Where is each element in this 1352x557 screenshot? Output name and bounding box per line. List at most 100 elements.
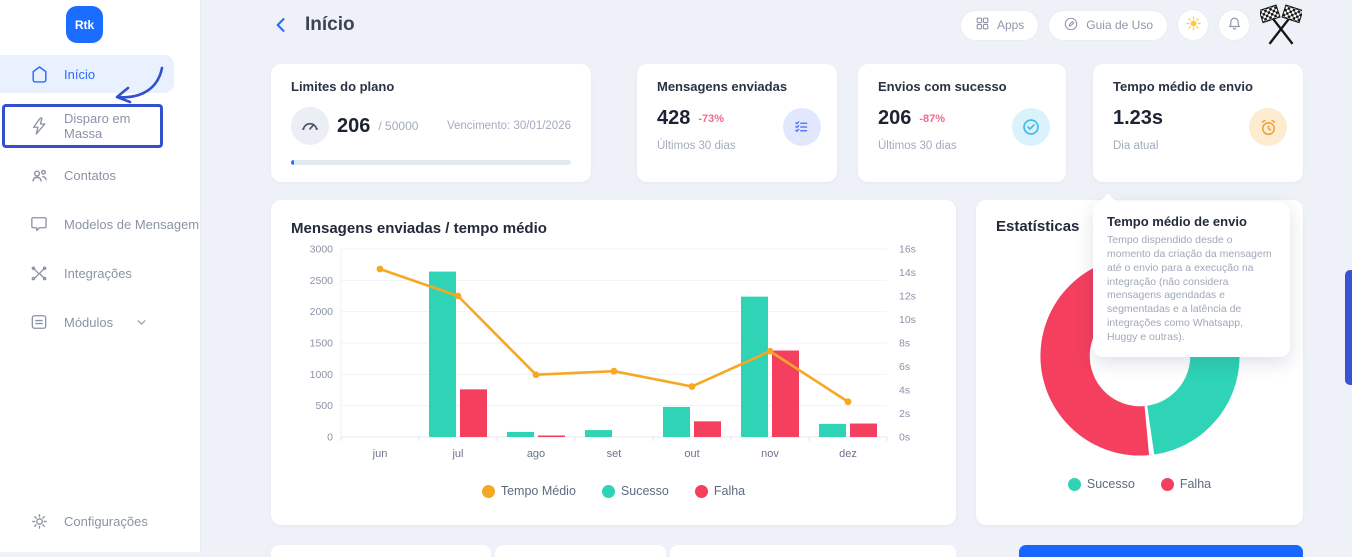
sun-icon bbox=[1185, 15, 1202, 35]
sidebar-item-label: Modelos de Mensagem bbox=[64, 217, 199, 232]
card-title: Envios com sucesso bbox=[878, 79, 1046, 94]
svg-text:8s: 8s bbox=[899, 338, 910, 350]
svg-text:500: 500 bbox=[315, 400, 333, 412]
check-circle-icon bbox=[1012, 108, 1050, 146]
svg-text:set: set bbox=[607, 448, 622, 460]
legend-label: Sucesso bbox=[621, 484, 669, 498]
theme-toggle-button[interactable] bbox=[1177, 9, 1209, 41]
chat-icon bbox=[28, 213, 50, 235]
bell-icon bbox=[1226, 15, 1243, 35]
partial-card bbox=[271, 545, 491, 557]
sidebar-item-contatos[interactable]: Contatos bbox=[0, 156, 200, 194]
sidebar-item-label: Módulos bbox=[64, 315, 113, 330]
legend-item[interactable]: Sucesso bbox=[602, 484, 669, 498]
apps-button-label: Apps bbox=[997, 18, 1024, 32]
legend-dot bbox=[1161, 478, 1174, 491]
scrollbar-thumb[interactable] bbox=[1345, 270, 1352, 385]
svg-text:1500: 1500 bbox=[310, 338, 334, 350]
notifications-button[interactable] bbox=[1218, 9, 1250, 41]
sidebar-nav: Início Disparo em Massa Contatos Modelos… bbox=[0, 55, 200, 341]
apps-button[interactable]: Apps bbox=[960, 10, 1039, 41]
card-title: Limites do plano bbox=[291, 79, 571, 94]
partial-card bbox=[495, 545, 666, 557]
people-icon bbox=[28, 164, 50, 186]
app-logo[interactable]: Rtk bbox=[66, 6, 103, 43]
legend-label: Falha bbox=[1180, 477, 1211, 491]
avg-send-time-tooltip: Tempo médio de envio Tempo dispendido de… bbox=[1093, 202, 1290, 357]
apps-grid-icon bbox=[975, 16, 990, 34]
successful-sends-value: 206 bbox=[878, 107, 911, 130]
legend-dot bbox=[695, 485, 708, 498]
messages-sent-delta: -73% bbox=[698, 113, 724, 125]
plan-usage-progress bbox=[291, 160, 571, 165]
svg-text:4s: 4s bbox=[899, 385, 910, 397]
chart-title: Mensagens enviadas / tempo médio bbox=[291, 220, 936, 237]
svg-text:nov: nov bbox=[761, 448, 779, 460]
legend-label: Falha bbox=[714, 484, 745, 498]
stats-row: Limites do plano 206 / 50000 Vencimento:… bbox=[271, 64, 1303, 182]
svg-text:12s: 12s bbox=[899, 291, 916, 303]
legend-item[interactable]: Sucesso bbox=[1068, 477, 1135, 491]
pen-circle-icon bbox=[1063, 16, 1079, 35]
svg-text:ago: ago bbox=[527, 448, 545, 460]
sidebar-item-label: Disparo em Massa bbox=[64, 111, 160, 141]
legend-label: Tempo Médio bbox=[501, 484, 576, 498]
back-button[interactable] bbox=[271, 14, 293, 36]
svg-text:14s: 14s bbox=[899, 267, 916, 279]
alarm-clock-icon bbox=[1249, 108, 1287, 146]
svg-text:10s: 10s bbox=[899, 314, 916, 326]
svg-text:out: out bbox=[684, 448, 699, 460]
svg-text:2000: 2000 bbox=[310, 306, 334, 318]
sidebar-item-inicio[interactable]: Início bbox=[0, 55, 174, 93]
svg-text:dez: dez bbox=[839, 448, 857, 460]
integration-icon bbox=[28, 262, 50, 284]
home-icon bbox=[28, 63, 50, 85]
svg-text:16s: 16s bbox=[899, 244, 916, 256]
legend-dot bbox=[482, 485, 495, 498]
svg-text:1000: 1000 bbox=[310, 369, 334, 381]
legend-item[interactable]: Falha bbox=[1161, 477, 1211, 491]
svg-text:jun: jun bbox=[372, 448, 388, 460]
plan-expiration: Vencimento: 30/01/2026 bbox=[447, 120, 571, 132]
sidebar-item-modelos-de-mensagem[interactable]: Modelos de Mensagem bbox=[0, 205, 200, 243]
svg-text:jul: jul bbox=[451, 448, 463, 460]
usage-guide-button[interactable]: Guia de Uso bbox=[1048, 10, 1168, 41]
sidebar-item-label: Contatos bbox=[64, 168, 116, 183]
chevron-down-icon bbox=[135, 316, 148, 329]
checklist-icon bbox=[783, 108, 821, 146]
tooltip-body: Tempo dispendido desde o momento da cria… bbox=[1107, 234, 1276, 345]
sidebar-item-modulos[interactable]: Módulos bbox=[0, 303, 200, 341]
sidebar-item-label: Integrações bbox=[64, 266, 132, 281]
legend-item[interactable]: Tempo Médio bbox=[482, 484, 576, 498]
partial-primary-button[interactable] bbox=[1019, 545, 1303, 557]
sidebar-item-label: Configurações bbox=[64, 514, 148, 529]
sidebar: Rtk Início Disparo em Massa Contatos bbox=[0, 0, 201, 552]
svg-text:3000: 3000 bbox=[310, 244, 334, 256]
page-title: Início bbox=[305, 14, 355, 36]
plan-total-value: / 50000 bbox=[378, 119, 418, 133]
sidebar-item-disparo-em-massa[interactable]: Disparo em Massa bbox=[2, 104, 163, 148]
sidebar-item-configuracoes[interactable]: Configurações bbox=[0, 502, 200, 540]
chart-legend: Tempo Médio Sucesso Falha bbox=[291, 484, 936, 498]
bottom-row bbox=[271, 545, 1303, 557]
lightning-icon bbox=[28, 115, 50, 137]
avg-send-time-card: Tempo médio de envio 1.23s Dia atual bbox=[1093, 64, 1303, 182]
plan-used-value: 206 bbox=[337, 115, 370, 138]
successful-sends-delta: -87% bbox=[919, 113, 945, 125]
chart-legend: Sucesso Falha bbox=[996, 477, 1283, 491]
gauge-icon bbox=[291, 107, 329, 145]
avg-send-time-value: 1.23s bbox=[1113, 107, 1163, 130]
finish-flags-icon[interactable] bbox=[1259, 3, 1303, 47]
legend-item[interactable]: Falha bbox=[695, 484, 745, 498]
usage-guide-label: Guia de Uso bbox=[1086, 18, 1153, 32]
svg-text:6s: 6s bbox=[899, 361, 910, 373]
messages-sent-card: Mensagens enviadas 428 -73% Últimos 30 d… bbox=[637, 64, 837, 182]
sidebar-item-integracoes[interactable]: Integrações bbox=[0, 254, 200, 292]
card-title: Tempo médio de envio bbox=[1113, 79, 1283, 94]
svg-text:2500: 2500 bbox=[310, 275, 334, 287]
messages-chart-card: Mensagens enviadas / tempo médio 0 500 100… bbox=[271, 200, 956, 525]
svg-text:0: 0 bbox=[327, 432, 333, 444]
tooltip-title: Tempo médio de envio bbox=[1107, 214, 1276, 229]
messages-sent-value: 428 bbox=[657, 107, 690, 130]
gear-icon bbox=[28, 510, 50, 532]
